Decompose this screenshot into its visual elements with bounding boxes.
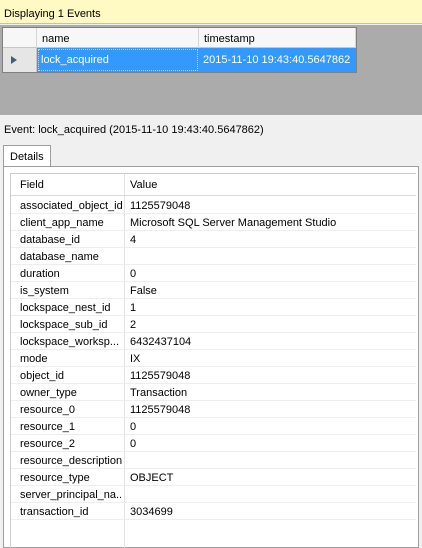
field-name: lockspace_nest_id — [20, 302, 111, 314]
info-banner: Displaying 1 Events — [0, 0, 422, 24]
events-grid-area: name timestamp lock_acquired 2015-11-10 … — [0, 25, 422, 115]
table-row[interactable]: lockspace_nest_id 1 — [11, 299, 416, 316]
field-value: IX — [130, 353, 141, 365]
details-header: Field Value — [11, 174, 416, 196]
value-column-header[interactable]: Value — [130, 179, 410, 191]
table-row[interactable]: resource_2 0 — [11, 435, 416, 452]
table-row[interactable]: client_app_name Microsoft SQL Server Mana… — [11, 214, 416, 231]
column-header-timestamp[interactable]: timestamp — [199, 28, 356, 48]
events-grid[interactable]: name timestamp lock_acquired 2015-11-10 … — [2, 27, 357, 73]
field-value: 2 — [130, 319, 137, 331]
field-name: resource_0 — [20, 404, 76, 416]
field-name: client_app_name — [20, 217, 104, 229]
field-name: mode — [20, 353, 48, 365]
row-header-corner — [3, 28, 37, 48]
event-title: Event: lock_acquired (2015-11-10 19:43:4… — [4, 124, 264, 136]
field-value: Microsoft SQL Server Management Studio — [130, 217, 337, 229]
field-name: transaction_id — [20, 506, 89, 518]
field-name: lockspace_worksp... — [20, 336, 120, 348]
field-value: 0 — [130, 438, 137, 450]
table-row[interactable]: owner_type Transaction — [11, 384, 416, 401]
field-value: Transaction — [130, 387, 188, 399]
table-row[interactable]: resource_description — [11, 452, 416, 469]
table-row[interactable]: database_id 4 — [11, 231, 416, 248]
events-count-label: Displaying 1 Events — [4, 8, 101, 20]
field-value: 3034699 — [130, 506, 173, 518]
field-value: 6432437104 — [130, 336, 192, 348]
field-value: 0 — [130, 421, 137, 433]
tab-details-label: Details — [10, 151, 44, 163]
table-row[interactable]: resource_type OBJECT — [11, 469, 416, 486]
field-value: 1125579048 — [130, 370, 191, 382]
field-name: object_id — [20, 370, 65, 382]
field-value: OBJECT — [130, 472, 174, 484]
table-row[interactable]: transaction_id 3034699 — [11, 503, 416, 520]
table-row[interactable]: resource_1 0 — [11, 418, 416, 435]
field-value: 0 — [130, 268, 137, 280]
field-name: associated_object_id — [20, 200, 122, 212]
field-value: 4 — [130, 234, 137, 246]
field-name: database_name — [20, 251, 99, 263]
tab-details[interactable]: Details — [3, 145, 51, 167]
field-name: server_principal_na... — [20, 489, 122, 501]
field-value: 1125579048 — [130, 200, 191, 212]
grid-header: name timestamp — [3, 28, 356, 48]
table-row[interactable]: database_name — [11, 248, 416, 265]
current-row-arrow-icon — [11, 56, 17, 64]
field-name: resource_2 — [20, 438, 76, 450]
cell-event-name[interactable]: lock_acquired — [37, 48, 199, 72]
table-row[interactable]: resource_0 1125579048 — [11, 401, 416, 418]
details-panel: Field Value associated_object_id 11255790… — [3, 166, 419, 548]
table-row[interactable]: server_principal_na... — [11, 486, 416, 503]
field-name: resource_description — [20, 455, 122, 467]
table-row[interactable]: lockspace_sub_id 2 — [11, 316, 416, 333]
cell-event-timestamp[interactable]: 2015-11-10 19:43:40.5647862 — [199, 48, 356, 72]
column-header-name[interactable]: name — [37, 28, 199, 48]
table-row[interactable]: mode IX — [11, 350, 416, 367]
field-value: 1125579048 — [130, 404, 191, 416]
field-column-header[interactable]: Field — [20, 179, 122, 191]
table-row[interactable]: associated_object_id 1125579048 — [11, 197, 416, 214]
field-name: is_system — [20, 285, 69, 297]
table-row[interactable]: lock_acquired 2015-11-10 19:43:40.564786… — [3, 48, 356, 72]
field-name: resource_type — [20, 472, 90, 484]
table-row[interactable]: lockspace_worksp... 6432437104 — [11, 333, 416, 350]
table-row[interactable]: duration 0 — [11, 265, 416, 282]
field-name: resource_1 — [20, 421, 76, 433]
details-grid[interactable]: Field Value associated_object_id 11255790… — [10, 173, 416, 548]
field-value: False — [130, 285, 157, 297]
field-name: lockspace_sub_id — [20, 319, 108, 331]
row-selector[interactable] — [3, 48, 37, 72]
field-name: owner_type — [20, 387, 77, 399]
field-name: duration — [20, 268, 60, 280]
field-value: 1 — [130, 302, 137, 314]
table-row[interactable]: object_id 1125579048 — [11, 367, 416, 384]
table-row[interactable]: is_system False — [11, 282, 416, 299]
field-name: database_id — [20, 234, 80, 246]
